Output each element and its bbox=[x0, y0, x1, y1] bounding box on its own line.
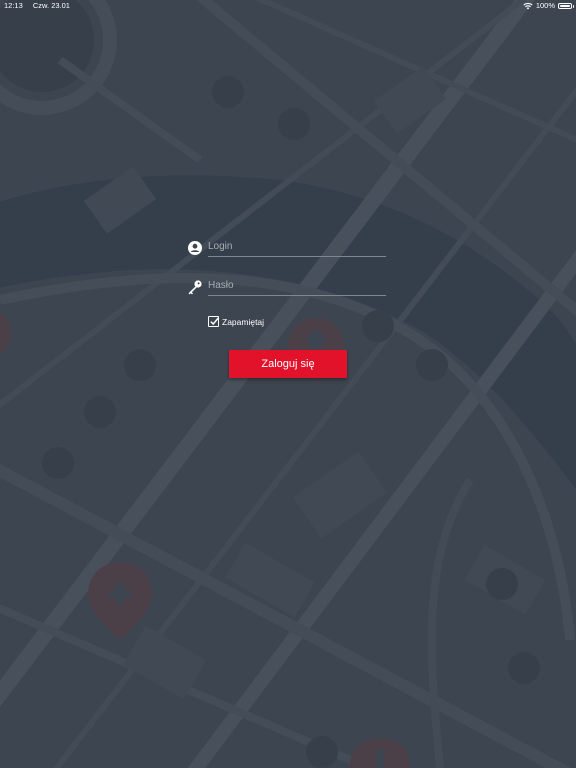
wifi-icon bbox=[523, 2, 533, 10]
user-icon bbox=[188, 241, 202, 255]
login-field-row bbox=[187, 232, 392, 259]
checkmark-icon bbox=[210, 317, 220, 326]
status-right: 100% bbox=[523, 0, 574, 12]
battery-icon bbox=[558, 3, 574, 9]
key-icon bbox=[188, 280, 202, 295]
login-button[interactable]: Zaloguj się bbox=[229, 350, 347, 378]
status-date: Czw. 23.01 bbox=[32, 1, 70, 10]
remember-checkbox[interactable] bbox=[208, 316, 220, 327]
remember-me-toggle[interactable]: Zapamiętaj bbox=[208, 316, 264, 327]
remember-label: Zapamiętaj bbox=[222, 316, 265, 327]
login-form: Zapamiętaj Zaloguj się bbox=[187, 232, 392, 378]
status-time: 12:13 bbox=[4, 1, 23, 10]
status-bar: 12:13 Czw. 23.01 100% bbox=[0, 0, 576, 12]
status-left: 12:13 Czw. 23.01 bbox=[4, 0, 78, 12]
password-input[interactable] bbox=[208, 275, 386, 296]
map-background bbox=[0, 0, 576, 768]
battery-percent: 100% bbox=[535, 1, 555, 10]
login-screen: 12:13 Czw. 23.01 100% Login Zapamiętaj Z… bbox=[0, 0, 576, 768]
password-field-row bbox=[187, 271, 392, 298]
battery-fill bbox=[560, 5, 570, 7]
login-input[interactable] bbox=[208, 236, 386, 257]
battery-tip bbox=[572, 5, 574, 8]
